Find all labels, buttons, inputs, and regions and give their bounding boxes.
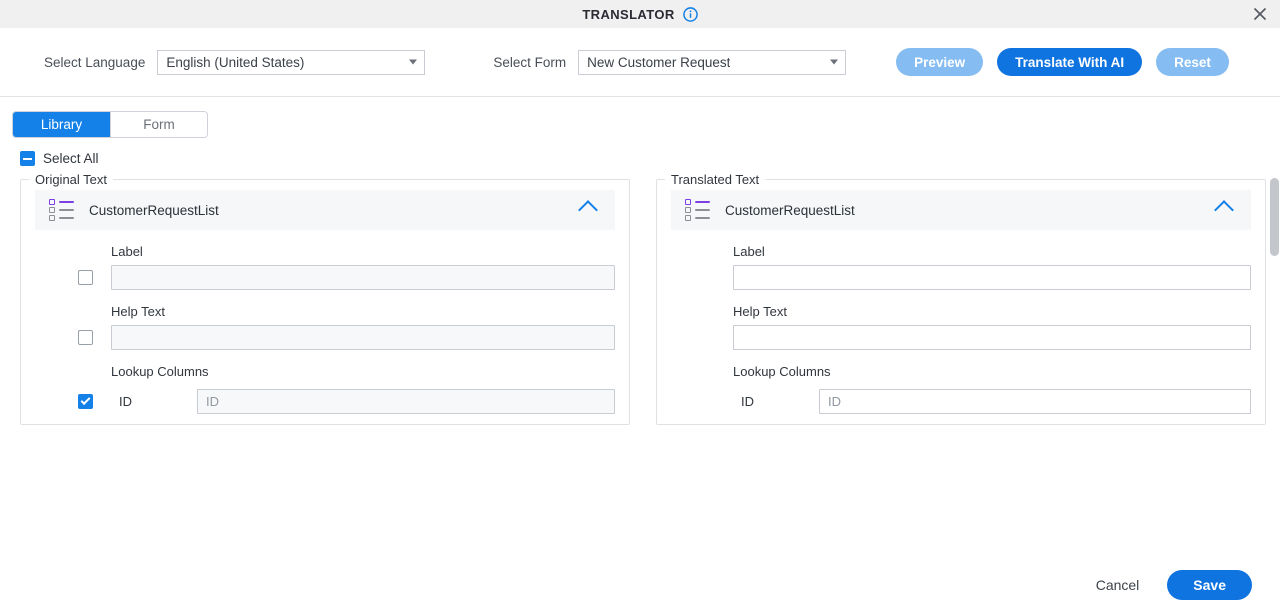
- original-text-legend: Original Text: [35, 172, 108, 187]
- original-group-title: CustomerRequestList: [89, 202, 219, 218]
- scrollbar-thumb[interactable]: [1270, 178, 1279, 256]
- translated-lookup-row: ID: [671, 389, 1251, 414]
- save-button[interactable]: Save: [1167, 570, 1252, 600]
- translated-lookup-id-name: ID: [741, 394, 754, 409]
- translated-text-legend: Translated Text: [671, 172, 760, 187]
- info-circle-icon[interactable]: [682, 6, 698, 22]
- form-select[interactable]: New Customer Request: [578, 49, 847, 75]
- original-label-input[interactable]: [111, 265, 615, 290]
- preview-button[interactable]: Preview: [896, 48, 984, 76]
- translator-toolbar: Select Language English (United States) …: [0, 28, 1280, 97]
- original-lookup-heading: Lookup Columns: [111, 364, 209, 379]
- translated-group-header[interactable]: CustomerRequestList: [671, 190, 1251, 230]
- original-lookup-id-checkbox[interactable]: [78, 394, 93, 409]
- dialog-footer: Cancel Save: [0, 557, 1280, 613]
- translated-helptext-input[interactable]: [733, 325, 1251, 350]
- original-lookup-row: ID: [35, 389, 615, 414]
- translate-with-ai-button[interactable]: Translate With AI: [997, 48, 1143, 76]
- translated-label-input[interactable]: [733, 265, 1251, 290]
- translated-panel-body: CustomerRequestList Label Help Text Look…: [657, 190, 1265, 414]
- language-select[interactable]: English (United States): [157, 49, 426, 75]
- original-field-label: Label: [35, 244, 615, 290]
- select-form-label: Select Form: [493, 54, 567, 70]
- select-all-label: Select All: [43, 151, 99, 166]
- language-select-value: English (United States): [166, 54, 305, 70]
- list-icon: [49, 199, 75, 221]
- translated-field-helptext: Help Text: [671, 304, 1251, 350]
- panels-scrollbar[interactable]: [1270, 178, 1279, 425]
- original-group-header[interactable]: CustomerRequestList: [35, 190, 615, 230]
- select-all-checkbox[interactable]: [20, 151, 35, 166]
- translated-field-label: Label: [671, 244, 1251, 290]
- list-icon: [685, 199, 711, 221]
- original-helptext-checkbox[interactable]: [78, 330, 93, 345]
- dialog-title: TRANSLATOR: [582, 6, 675, 22]
- tab-list: Library Form: [12, 111, 208, 138]
- tab-form[interactable]: Form: [110, 112, 207, 137]
- translated-label-caption: Label: [733, 244, 765, 259]
- cancel-button[interactable]: Cancel: [1090, 576, 1146, 594]
- original-lookup-columns: Lookup Columns ID: [35, 364, 615, 414]
- original-lookup-id-checkbox-slot: [35, 394, 111, 409]
- chevron-down-icon: [830, 59, 839, 65]
- original-lookup-id-input[interactable]: [197, 389, 615, 414]
- translated-lookup-columns: Lookup Columns ID: [671, 364, 1251, 414]
- form-select-value: New Customer Request: [587, 54, 731, 70]
- select-all-row: Select All: [0, 138, 1280, 172]
- original-panel-body: CustomerRequestList Label Help Text Look…: [21, 190, 629, 414]
- reset-button[interactable]: Reset: [1156, 48, 1229, 76]
- chevron-down-icon: [409, 59, 418, 65]
- original-label-checkbox-slot: [35, 270, 111, 285]
- original-label-caption: Label: [111, 244, 143, 259]
- language-field-group: Select Language English (United States): [44, 49, 426, 75]
- original-helptext-caption: Help Text: [111, 304, 165, 319]
- original-helptext-input[interactable]: [111, 325, 615, 350]
- translated-helptext-caption: Help Text: [733, 304, 787, 319]
- toolbar-actions: Preview Translate With AI Reset: [896, 48, 1229, 76]
- select-language-label: Select Language: [44, 54, 146, 70]
- chevron-up-icon[interactable]: [1214, 200, 1234, 220]
- translation-panels: Original Text CustomerRequestList Label: [0, 172, 1280, 425]
- tabs-container: Library Form: [0, 97, 1280, 138]
- original-lookup-id-name: ID: [119, 394, 132, 409]
- translated-group-title: CustomerRequestList: [725, 202, 855, 218]
- original-field-helptext: Help Text: [35, 304, 615, 350]
- original-helptext-checkbox-slot: [35, 330, 111, 345]
- original-label-checkbox[interactable]: [78, 270, 93, 285]
- chevron-up-icon[interactable]: [578, 200, 598, 220]
- close-icon[interactable]: [1250, 4, 1270, 24]
- original-text-panel: Original Text CustomerRequestList Label: [20, 172, 630, 425]
- tab-library[interactable]: Library: [13, 112, 110, 137]
- dialog-titlebar: TRANSLATOR: [0, 0, 1280, 28]
- form-field-group: Select Form New Customer Request: [493, 49, 847, 75]
- translated-text-panel: Translated Text CustomerRequestList Labe…: [656, 172, 1266, 425]
- translated-lookup-heading: Lookup Columns: [733, 364, 831, 379]
- translated-lookup-id-input[interactable]: [819, 389, 1251, 414]
